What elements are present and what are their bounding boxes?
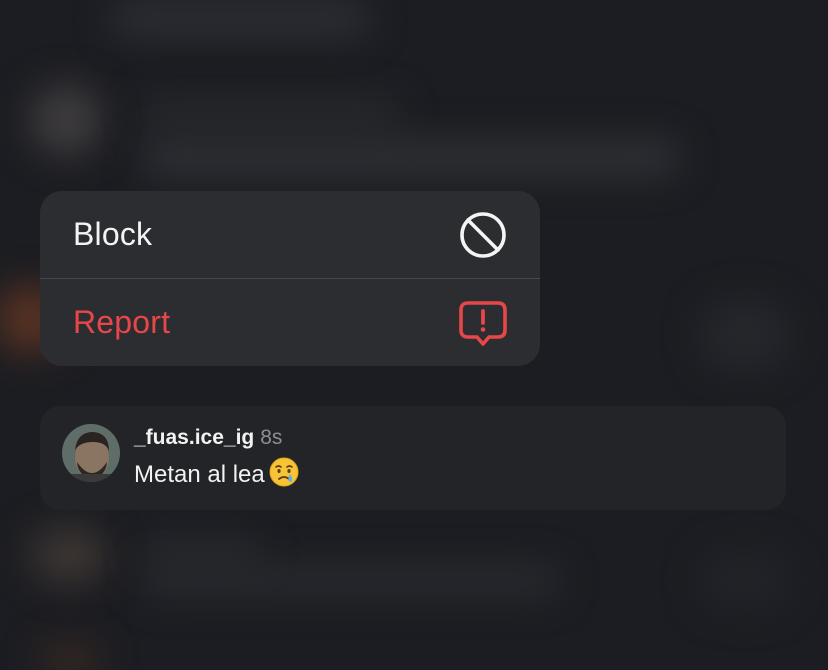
report-menu-item[interactable]: Report	[40, 279, 540, 366]
context-menu: Block Report	[40, 191, 540, 366]
comment-timestamp: 8s	[260, 426, 283, 449]
crying-face-emoji	[269, 457, 299, 487]
avatar[interactable]	[62, 424, 120, 482]
comment-text: Metan al lea	[134, 457, 299, 489]
block-label: Block	[73, 216, 153, 252]
block-menu-item[interactable]: Block	[40, 191, 540, 278]
comment-username[interactable]: _fuas.ice_ig 8s	[134, 426, 282, 450]
report-icon	[459, 300, 507, 346]
comment-body: Metan al lea	[134, 461, 265, 488]
comment-item[interactable]: _fuas.ice_ig 8s Metan al lea	[40, 406, 786, 510]
username-text[interactable]: _fuas.ice_ig	[134, 426, 254, 449]
block-icon	[460, 211, 506, 258]
report-label: Report	[73, 304, 171, 340]
